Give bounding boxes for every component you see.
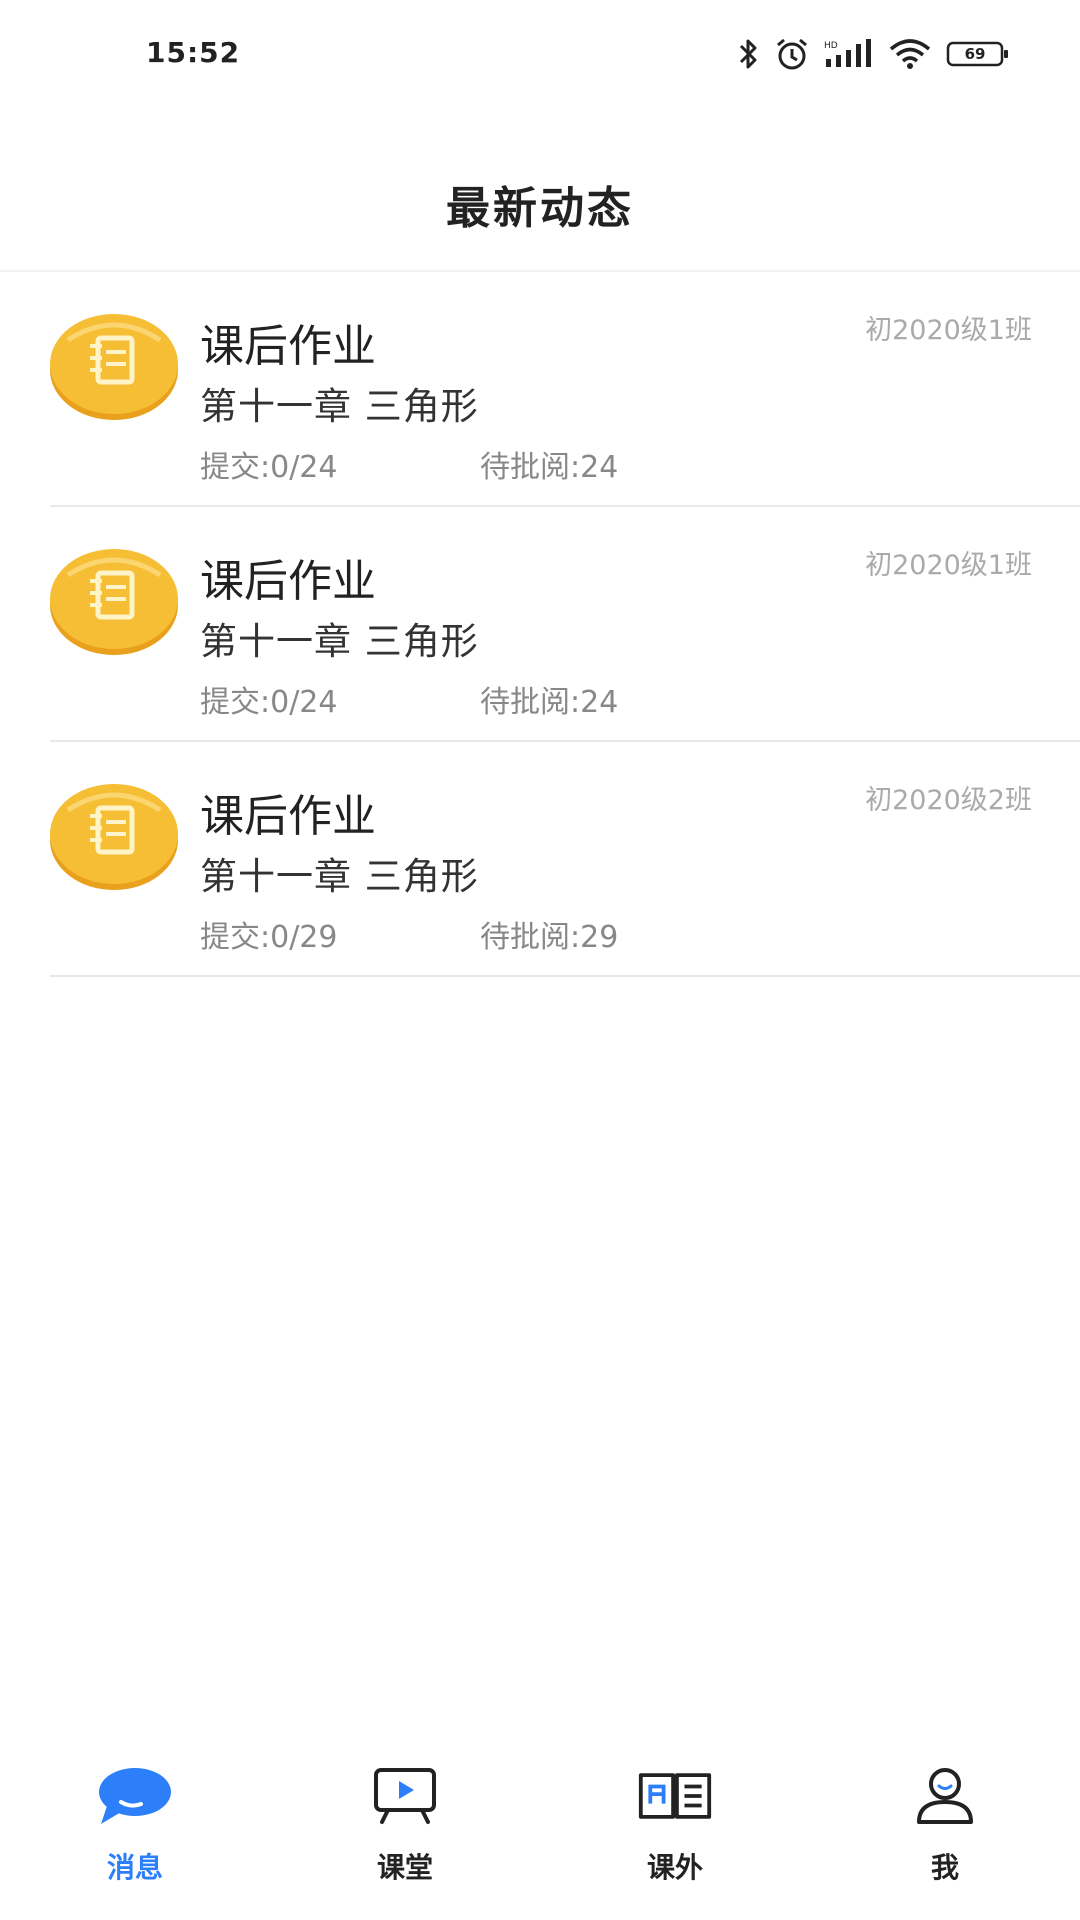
header: 最新动态 [0,110,1080,272]
pending-review-count: 待批阅:24 [480,685,619,720]
item-subtitle: 第十一章 三角形 [200,385,479,428]
message-icon [97,1764,173,1828]
class-name: 初2020级2班 [865,785,1032,816]
item-subtitle: 第十一章 三角形 [200,620,479,663]
list-item[interactable]: 课后作业 第十一章 三角形 提交:0/29 待批阅:29 初2020级2班 [0,742,1080,977]
tab-label: 课堂 [376,1851,433,1884]
status-icons: HD 69 [738,30,1010,78]
battery-icon: 69 [946,39,1010,69]
tab-extracurricular[interactable]: 课外 [540,1750,810,1920]
bottom-tab-bar: 消息 课堂 课外 我 [0,1750,1080,1920]
tab-label: 我 [930,1851,959,1884]
tab-label: 消息 [106,1851,163,1884]
item-title: 课后作业 [200,791,376,842]
status-time: 15:52 [146,36,241,69]
book-icon [637,1764,713,1828]
classroom-icon [367,1764,443,1828]
divider [50,975,1080,977]
list-item[interactable]: 课后作业 第十一章 三角形 提交:0/24 待批阅:24 初2020级1班 [0,272,1080,507]
pending-review-count: 待批阅:24 [480,450,619,485]
notebook-icon [48,310,180,422]
pending-review-count: 待批阅:29 [480,920,619,955]
wifi-icon [888,37,932,71]
class-name: 初2020级1班 [865,550,1032,581]
notebook-icon [48,545,180,657]
item-title: 课后作业 [200,321,376,372]
list-item[interactable]: 课后作业 第十一章 三角形 提交:0/24 待批阅:24 初2020级1班 [0,507,1080,742]
submitted-count: 提交:0/24 [200,685,338,720]
tab-messages[interactable]: 消息 [0,1750,270,1920]
item-title: 课后作业 [200,556,376,607]
item-subtitle: 第十一章 三角形 [200,855,479,898]
tab-me[interactable]: 我 [810,1750,1080,1920]
activity-list: 课后作业 第十一章 三角形 提交:0/24 待批阅:24 初2020级1班 课后… [0,272,1080,977]
alarm-icon [774,37,810,71]
submitted-count: 提交:0/24 [200,450,338,485]
status-bar: 15:52 HD 69 [0,0,1080,110]
page-title: 最新动态 [446,183,634,234]
profile-icon [907,1764,983,1828]
tab-classroom[interactable]: 课堂 [270,1750,540,1920]
class-name: 初2020级1班 [865,315,1032,346]
submitted-count: 提交:0/29 [200,920,338,955]
battery-level: 69 [964,45,986,63]
svg-text:HD: HD [824,41,838,51]
tab-label: 课外 [646,1851,703,1884]
signal-icon: HD [824,39,874,69]
bluetooth-icon [738,37,760,71]
notebook-icon [48,780,180,892]
